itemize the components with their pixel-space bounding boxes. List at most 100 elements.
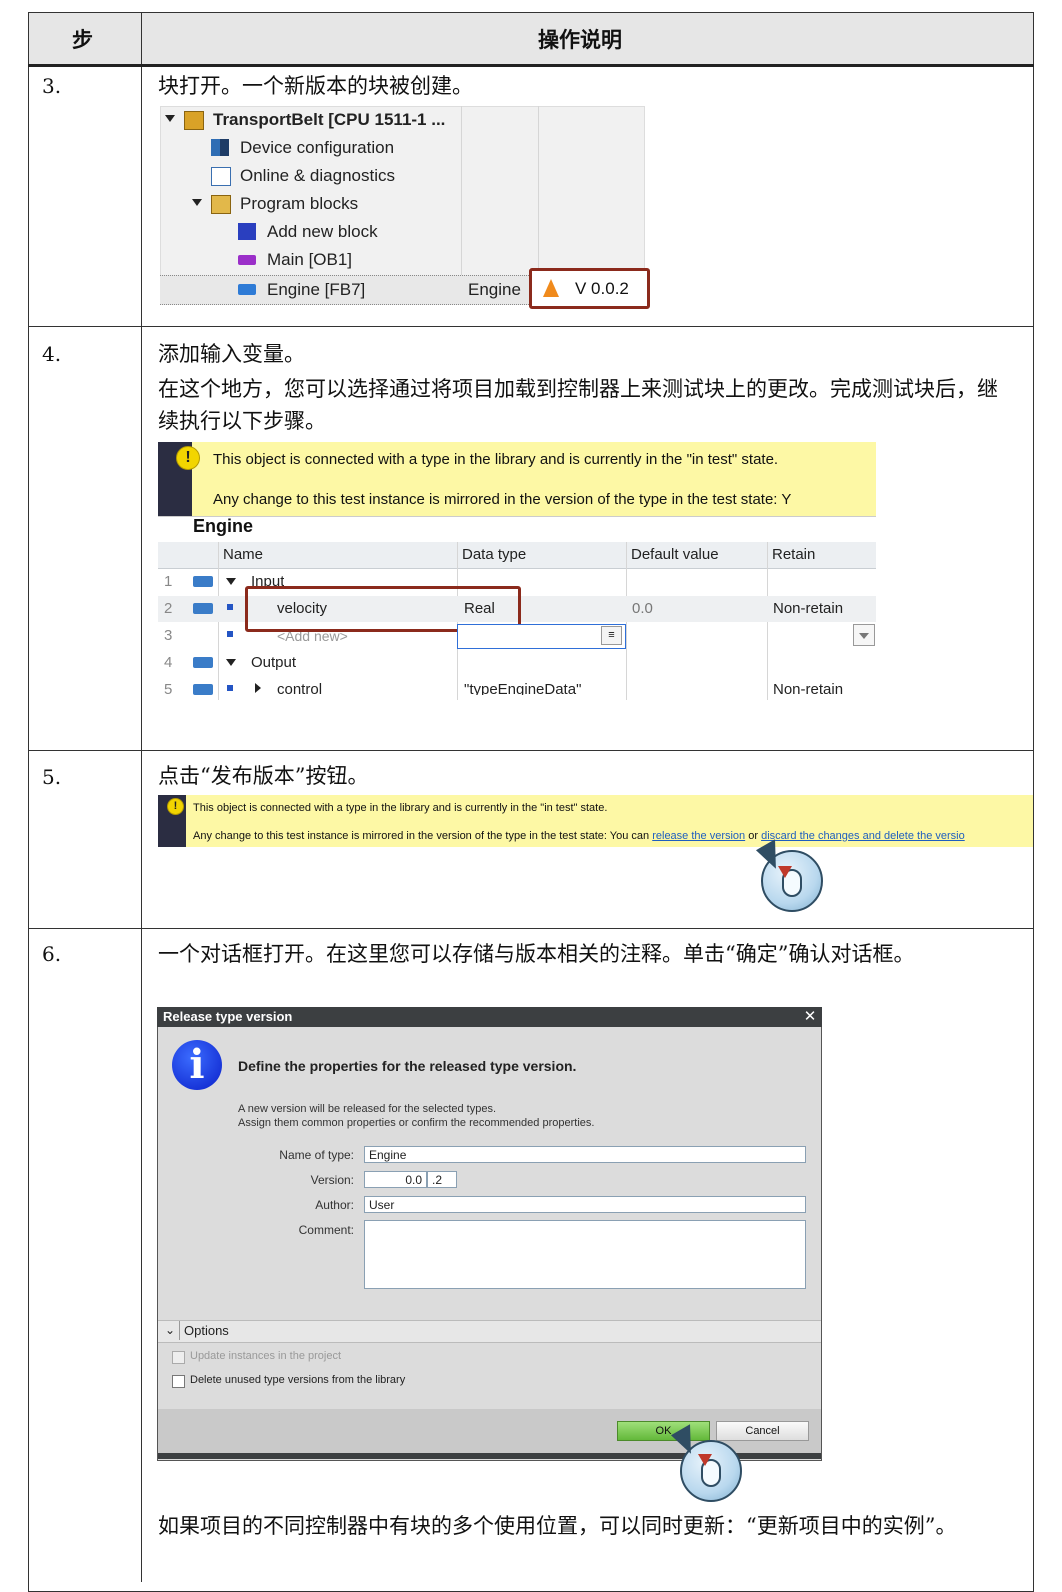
options-header[interactable] bbox=[158, 1320, 821, 1343]
info-line: This object is connected with a type in … bbox=[193, 802, 608, 814]
step-description: 点击“发布版本”按钮。 bbox=[158, 764, 369, 788]
expand-arrow-icon[interactable] bbox=[165, 115, 175, 122]
delete-unused-label: Delete unused type versions from the lib… bbox=[190, 1374, 406, 1386]
interface-icon bbox=[193, 603, 213, 614]
step-description: 如果项目的不同控制器中有块的多个使用位置，可以同时更新：“更新项目中的实例”。 bbox=[158, 1514, 957, 1538]
collapse-arrow-icon[interactable] bbox=[226, 578, 236, 585]
device-config-icon bbox=[211, 139, 229, 156]
step-description: 块打开。一个新版本的块被创建。 bbox=[158, 74, 473, 98]
dialog-title: Release type version bbox=[163, 1009, 293, 1024]
plc-folder-icon bbox=[184, 111, 204, 130]
version-label: Version: bbox=[310, 1173, 354, 1187]
block-name: Engine bbox=[193, 516, 254, 536]
update-instances-checkbox[interactable] bbox=[172, 1351, 185, 1364]
version-minor-field[interactable]: .2 bbox=[427, 1171, 457, 1188]
step-number: 4. bbox=[42, 342, 62, 366]
tree-item-root[interactable]: TransportBelt [CPU 1511-1 ... bbox=[160, 106, 645, 134]
dropdown-button[interactable] bbox=[853, 624, 875, 646]
tree-item-add-block[interactable]: Add new block bbox=[160, 218, 645, 246]
dialog-subtext: A new version will be released for the s… bbox=[238, 1103, 497, 1115]
row-number: 1 bbox=[164, 573, 173, 590]
release-version-link[interactable]: release the version bbox=[652, 830, 745, 842]
version-major-field[interactable]: 0.0 bbox=[364, 1171, 427, 1188]
fb-block-icon bbox=[238, 284, 256, 295]
info-line: Any change to this test instance is mirr… bbox=[193, 830, 1033, 842]
variable-default[interactable]: 0.0 bbox=[632, 600, 653, 617]
tree-item-program-blocks[interactable]: Program blocks bbox=[160, 190, 645, 218]
element-icon bbox=[227, 604, 233, 610]
tree-item-label: Main [OB1] bbox=[267, 250, 353, 269]
step-description: 一个对话框打开。在这里您可以存储与版本相关的注释。单击“确定”确认对话框。 bbox=[158, 942, 915, 966]
diagnostics-icon bbox=[211, 167, 231, 186]
add-new-row[interactable]: <Add new> bbox=[277, 632, 348, 642]
cancel-button[interactable]: Cancel bbox=[716, 1421, 809, 1441]
update-instances-label: Update instances in the project bbox=[190, 1350, 342, 1362]
highlight-box bbox=[529, 268, 650, 309]
description-column-header: 操作说明 bbox=[538, 28, 622, 52]
comment-label: Comment: bbox=[298, 1223, 354, 1237]
variable-type[interactable]: "typeEngineData" bbox=[464, 681, 581, 695]
interface-icon bbox=[193, 657, 213, 668]
header-divider bbox=[28, 64, 1034, 67]
row-number: 5 bbox=[164, 681, 173, 698]
step-number: 6. bbox=[42, 942, 62, 966]
variable-name[interactable]: Output bbox=[251, 654, 296, 671]
step-column-header: 步 bbox=[72, 28, 93, 52]
interface-icon bbox=[193, 576, 213, 587]
column-header-type[interactable]: Data type bbox=[462, 546, 526, 563]
row-divider bbox=[28, 750, 1034, 751]
variable-name[interactable]: control bbox=[277, 681, 322, 695]
tree-item-device-config[interactable]: Device configuration bbox=[160, 134, 645, 162]
tree-item-label: Engine [FB7] bbox=[267, 280, 366, 299]
step-description: 在这个地方，您可以选择通过将项目加载到控制器上来测试块上的更改。完成测试块后，继… bbox=[158, 377, 998, 433]
row-divider bbox=[28, 326, 1034, 327]
column-header-retain[interactable]: Retain bbox=[772, 546, 815, 563]
step-number: 3. bbox=[42, 74, 62, 98]
author-label: Author: bbox=[315, 1198, 354, 1212]
collapse-arrow-icon[interactable] bbox=[226, 659, 236, 666]
chevron-down-icon[interactable]: ⌄ bbox=[165, 1323, 175, 1337]
element-icon bbox=[227, 631, 233, 637]
name-of-type-field[interactable]: Engine bbox=[364, 1146, 806, 1163]
expand-arrow-icon[interactable] bbox=[255, 683, 261, 693]
author-field[interactable]: User bbox=[364, 1196, 806, 1213]
row-number: 3 bbox=[164, 627, 173, 644]
ob-block-icon bbox=[238, 255, 256, 265]
info-line-text: Any change to this test instance is mirr… bbox=[193, 830, 653, 842]
discard-changes-link[interactable]: discard the changes and delete the versi… bbox=[761, 830, 965, 842]
list-icon[interactable]: ≡ bbox=[601, 626, 622, 645]
tree-item-label: Program blocks bbox=[240, 194, 359, 213]
info-line: This object is connected with a type in … bbox=[213, 451, 779, 468]
comment-field[interactable] bbox=[364, 1220, 806, 1289]
click-indicator-icon bbox=[778, 866, 792, 878]
variable-retain[interactable]: Non-retain bbox=[773, 681, 843, 695]
tree-item-label: Device configuration bbox=[240, 138, 395, 157]
dialog-subtext: Assign them common properties or confirm… bbox=[238, 1117, 595, 1129]
warning-icon: ! bbox=[176, 446, 200, 470]
info-line: Any change to this test instance is mirr… bbox=[213, 491, 792, 508]
delete-unused-checkbox[interactable] bbox=[172, 1375, 185, 1388]
variable-retain[interactable]: Non-retain bbox=[773, 600, 843, 617]
column-header-name[interactable]: Name bbox=[223, 546, 263, 563]
click-indicator-icon bbox=[698, 1454, 712, 1466]
divider bbox=[179, 1321, 180, 1340]
tree-item-label: Online & diagnostics bbox=[240, 166, 395, 185]
name-label: Name of type: bbox=[279, 1148, 354, 1162]
options-label: Options bbox=[184, 1323, 229, 1338]
column-header-default[interactable]: Default value bbox=[631, 546, 719, 563]
info-line-text: or bbox=[745, 830, 762, 842]
step-number: 5. bbox=[42, 765, 62, 789]
column-divider bbox=[141, 12, 142, 1582]
row-number: 4 bbox=[164, 654, 173, 671]
tree-item-type: Engine bbox=[468, 280, 521, 299]
row-number: 2 bbox=[164, 600, 173, 617]
dialog-heading: Define the properties for the released t… bbox=[238, 1058, 577, 1074]
tree-item-online-diag[interactable]: Online & diagnostics bbox=[160, 162, 645, 190]
close-icon[interactable]: ✕ bbox=[800, 1008, 820, 1026]
expand-arrow-icon[interactable] bbox=[192, 199, 202, 206]
add-block-icon bbox=[238, 223, 256, 240]
info-icon: i bbox=[172, 1040, 222, 1090]
warning-icon: ! bbox=[167, 798, 184, 815]
variable-name[interactable]: Input bbox=[251, 573, 284, 587]
row-divider bbox=[28, 928, 1034, 929]
